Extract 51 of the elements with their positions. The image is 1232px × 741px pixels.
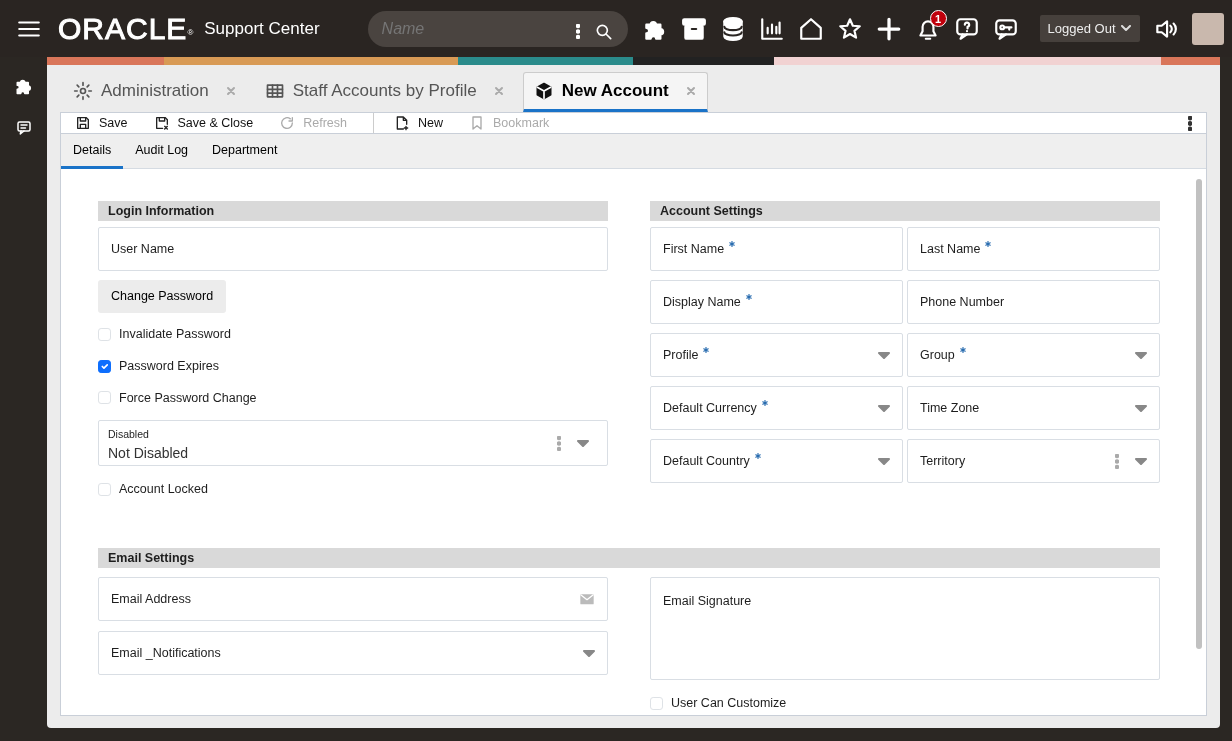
checkbox-label: Invalidate Password <box>119 326 231 343</box>
dropdown-field[interactable]: Group <box>907 333 1160 377</box>
dropdown-field[interactable]: Disabled Not Disabled <box>98 420 608 467</box>
input-field[interactable]: Email Address <box>98 577 608 621</box>
change-password-button[interactable]: Change Password <box>98 280 227 313</box>
field-label: Time Zone <box>920 399 980 417</box>
field-label: Profile <box>663 346 699 364</box>
status-dropdown[interactable]: Logged Out <box>1039 15 1140 42</box>
toolbar-button[interactable]: Save & Close <box>153 113 254 133</box>
dropdown-field[interactable]: Default Country <box>650 439 903 483</box>
checkbox-label: Account Locked <box>119 481 208 499</box>
field-label: Last Name <box>920 240 981 258</box>
toolbar-button[interactable]: Save <box>75 113 128 133</box>
text-area[interactable]: Email Signature <box>650 577 1160 680</box>
field-label: Display Name <box>663 293 741 311</box>
app-title: Support Center <box>204 17 320 40</box>
sub-tab[interactable]: Department <box>200 134 290 169</box>
field-label: Default Country <box>663 452 750 470</box>
dropdown-field[interactable]: Profile <box>650 333 903 377</box>
dropdown-field[interactable]: Territory <box>907 439 1160 483</box>
section-header: Account Settings <box>650 201 1160 221</box>
input-field[interactable]: First Name <box>650 227 903 271</box>
checkbox-label: User Can Customize <box>671 695 787 712</box>
field-label: Phone Number <box>920 293 1005 311</box>
field-value: Not Disabled <box>108 444 189 464</box>
input-field[interactable]: User Name <box>98 227 608 271</box>
toolbar-button[interactable]: New <box>394 113 444 133</box>
document-tab[interactable]: Administration <box>63 72 247 112</box>
dropdown-field[interactable]: Default Currency <box>650 386 903 430</box>
notification-count: 1 <box>929 9 947 27</box>
sub-tab[interactable]: Audit Log <box>123 134 201 169</box>
checkbox-label: Force Password Change <box>119 389 257 407</box>
input-field[interactable]: Display Name <box>650 280 903 324</box>
field-label: Email Address <box>111 590 191 608</box>
section-header: Email Settings <box>98 548 1160 568</box>
section-header: Login Information <box>98 201 608 221</box>
dropdown-field[interactable]: Time Zone <box>907 386 1160 430</box>
input-field[interactable]: Phone Number <box>907 280 1160 324</box>
field-label: First Name <box>663 240 725 258</box>
input-field[interactable]: Last Name <box>907 227 1160 271</box>
document-tab[interactable]: New Account <box>522 72 708 112</box>
field-label: User Name <box>111 240 175 258</box>
field-label: Territory <box>920 452 966 470</box>
field-label: Group <box>920 346 955 364</box>
checkbox-label: Password Expires <box>119 357 220 375</box>
field-label: Disabled <box>108 427 150 443</box>
field-label: Email _Notifications <box>111 644 221 662</box>
field-label: Default Currency <box>663 399 757 417</box>
sub-tab[interactable]: Details <box>61 134 124 169</box>
document-tab[interactable]: Staff Accounts by Profile <box>254 72 515 112</box>
dropdown-field[interactable]: Email _Notifications <box>98 631 608 675</box>
